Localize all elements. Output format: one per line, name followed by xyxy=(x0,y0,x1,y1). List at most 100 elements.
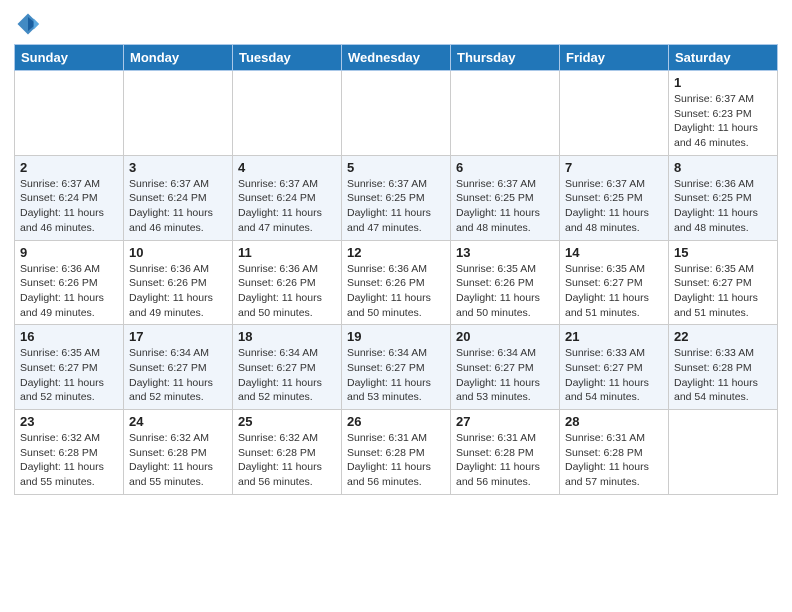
day-number: 16 xyxy=(20,329,118,344)
calendar-cell xyxy=(669,410,778,495)
calendar-cell xyxy=(233,71,342,156)
day-info: Sunrise: 6:37 AM Sunset: 6:24 PM Dayligh… xyxy=(238,177,336,236)
calendar-week-4: 16 Sunrise: 6:35 AM Sunset: 6:27 PM Dayli… xyxy=(15,325,778,410)
calendar-cell: 14Sunrise: 6:35 AM Sunset: 6:27 PM Dayli… xyxy=(560,240,669,325)
day-number: 10 xyxy=(129,245,227,260)
day-info: Sunrise: 6:37 AM Sunset: 6:24 PM Dayligh… xyxy=(129,177,227,236)
day-info: Sunrise: 6:32 AM Sunset: 6:28 PM Dayligh… xyxy=(129,431,227,490)
day-number: 21 xyxy=(565,329,663,344)
calendar-cell xyxy=(342,71,451,156)
calendar-cell xyxy=(124,71,233,156)
day-number: 6 xyxy=(456,160,554,175)
logo-icon xyxy=(14,10,42,38)
day-number: 24 xyxy=(129,414,227,429)
calendar-cell: 21 Sunrise: 6:33 AM Sunset: 6:27 PM Dayli… xyxy=(560,325,669,410)
day-number: 12 xyxy=(347,245,445,260)
day-number: 4 xyxy=(238,160,336,175)
day-number: 20 xyxy=(456,329,554,344)
calendar-cell: 25 Sunrise: 6:32 AM Sunset: 6:28 PM Dayli… xyxy=(233,410,342,495)
calendar-cell: 11 Sunrise: 6:36 AM Sunset: 6:26 PM Dayli… xyxy=(233,240,342,325)
day-info: Sunrise: 6:37 AM Sunset: 6:23 PM Dayligh… xyxy=(674,92,772,151)
calendar-cell: 3 Sunrise: 6:37 AM Sunset: 6:24 PM Daylig… xyxy=(124,155,233,240)
calendar-cell: 22 Sunrise: 6:33 AM Sunset: 6:28 PM Dayli… xyxy=(669,325,778,410)
day-number: 22 xyxy=(674,329,772,344)
calendar-week-2: 2 Sunrise: 6:37 AM Sunset: 6:24 PM Daylig… xyxy=(15,155,778,240)
day-number: 2 xyxy=(20,160,118,175)
day-info: Sunrise: 6:36 AM Sunset: 6:26 PM Dayligh… xyxy=(347,262,445,321)
calendar-week-5: 23 Sunrise: 6:32 AM Sunset: 6:28 PM Dayli… xyxy=(15,410,778,495)
day-info: Sunrise: 6:33 AM Sunset: 6:28 PM Dayligh… xyxy=(674,346,772,405)
day-info: Sunrise: 6:31 AM Sunset: 6:28 PM Dayligh… xyxy=(565,431,663,490)
day-number: 13 xyxy=(456,245,554,260)
calendar-cell: 19 Sunrise: 6:34 AM Sunset: 6:27 PM Dayli… xyxy=(342,325,451,410)
calendar-cell: 10Sunrise: 6:36 AM Sunset: 6:26 PM Dayli… xyxy=(124,240,233,325)
day-number: 28 xyxy=(565,414,663,429)
day-header-thursday: Thursday xyxy=(451,45,560,71)
calendar-table: SundayMondayTuesdayWednesdayThursdayFrid… xyxy=(14,44,778,495)
calendar-cell: 4 Sunrise: 6:37 AM Sunset: 6:24 PM Daylig… xyxy=(233,155,342,240)
calendar-cell: 28 Sunrise: 6:31 AM Sunset: 6:28 PM Dayli… xyxy=(560,410,669,495)
day-number: 3 xyxy=(129,160,227,175)
day-info: Sunrise: 6:36 AM Sunset: 6:26 PM Dayligh… xyxy=(20,262,118,321)
day-header-tuesday: Tuesday xyxy=(233,45,342,71)
day-info: Sunrise: 6:37 AM Sunset: 6:25 PM Dayligh… xyxy=(456,177,554,236)
calendar-cell: 5 Sunrise: 6:37 AM Sunset: 6:25 PM Daylig… xyxy=(342,155,451,240)
day-info: Sunrise: 6:34 AM Sunset: 6:27 PM Dayligh… xyxy=(238,346,336,405)
day-number: 18 xyxy=(238,329,336,344)
day-info: Sunrise: 6:31 AM Sunset: 6:28 PM Dayligh… xyxy=(347,431,445,490)
day-info: Sunrise: 6:31 AM Sunset: 6:28 PM Dayligh… xyxy=(456,431,554,490)
calendar-cell: 18 Sunrise: 6:34 AM Sunset: 6:27 PM Dayli… xyxy=(233,325,342,410)
day-header-friday: Friday xyxy=(560,45,669,71)
calendar-cell: 8Sunrise: 6:36 AM Sunset: 6:25 PM Daylig… xyxy=(669,155,778,240)
calendar-week-1: 1 Sunrise: 6:37 AM Sunset: 6:23 PM Daylig… xyxy=(15,71,778,156)
calendar-header-row: SundayMondayTuesdayWednesdayThursdayFrid… xyxy=(15,45,778,71)
day-info: Sunrise: 6:37 AM Sunset: 6:25 PM Dayligh… xyxy=(347,177,445,236)
day-info: Sunrise: 6:34 AM Sunset: 6:27 PM Dayligh… xyxy=(456,346,554,405)
day-info: Sunrise: 6:32 AM Sunset: 6:28 PM Dayligh… xyxy=(238,431,336,490)
day-info: Sunrise: 6:32 AM Sunset: 6:28 PM Dayligh… xyxy=(20,431,118,490)
day-info: Sunrise: 6:37 AM Sunset: 6:24 PM Dayligh… xyxy=(20,177,118,236)
calendar-cell: 23 Sunrise: 6:32 AM Sunset: 6:28 PM Dayli… xyxy=(15,410,124,495)
calendar-cell: 27 Sunrise: 6:31 AM Sunset: 6:28 PM Dayli… xyxy=(451,410,560,495)
calendar-cell: 6 Sunrise: 6:37 AM Sunset: 6:25 PM Daylig… xyxy=(451,155,560,240)
day-number: 17 xyxy=(129,329,227,344)
day-number: 1 xyxy=(674,75,772,90)
calendar-cell: 2 Sunrise: 6:37 AM Sunset: 6:24 PM Daylig… xyxy=(15,155,124,240)
calendar-cell: 9 Sunrise: 6:36 AM Sunset: 6:26 PM Daylig… xyxy=(15,240,124,325)
header xyxy=(14,10,778,38)
day-header-monday: Monday xyxy=(124,45,233,71)
day-number: 7 xyxy=(565,160,663,175)
day-number: 23 xyxy=(20,414,118,429)
day-info: Sunrise: 6:36 AM Sunset: 6:25 PM Dayligh… xyxy=(674,177,772,236)
calendar-cell: 1 Sunrise: 6:37 AM Sunset: 6:23 PM Daylig… xyxy=(669,71,778,156)
day-header-saturday: Saturday xyxy=(669,45,778,71)
calendar-cell xyxy=(15,71,124,156)
day-number: 27 xyxy=(456,414,554,429)
calendar-cell: 12 Sunrise: 6:36 AM Sunset: 6:26 PM Dayli… xyxy=(342,240,451,325)
day-info: Sunrise: 6:34 AM Sunset: 6:27 PM Dayligh… xyxy=(129,346,227,405)
calendar-cell xyxy=(451,71,560,156)
day-number: 14 xyxy=(565,245,663,260)
calendar-week-3: 9 Sunrise: 6:36 AM Sunset: 6:26 PM Daylig… xyxy=(15,240,778,325)
calendar-cell: 26Sunrise: 6:31 AM Sunset: 6:28 PM Dayli… xyxy=(342,410,451,495)
calendar-cell: 20 Sunrise: 6:34 AM Sunset: 6:27 PM Dayli… xyxy=(451,325,560,410)
calendar-cell: 7 Sunrise: 6:37 AM Sunset: 6:25 PM Daylig… xyxy=(560,155,669,240)
day-header-wednesday: Wednesday xyxy=(342,45,451,71)
day-info: Sunrise: 6:37 AM Sunset: 6:25 PM Dayligh… xyxy=(565,177,663,236)
day-header-sunday: Sunday xyxy=(15,45,124,71)
day-number: 19 xyxy=(347,329,445,344)
calendar-cell: 15Sunrise: 6:35 AM Sunset: 6:27 PM Dayli… xyxy=(669,240,778,325)
day-number: 9 xyxy=(20,245,118,260)
day-info: Sunrise: 6:36 AM Sunset: 6:26 PM Dayligh… xyxy=(238,262,336,321)
day-info: Sunrise: 6:35 AM Sunset: 6:27 PM Dayligh… xyxy=(20,346,118,405)
day-number: 5 xyxy=(347,160,445,175)
calendar-cell: 24 Sunrise: 6:32 AM Sunset: 6:28 PM Dayli… xyxy=(124,410,233,495)
calendar-cell xyxy=(560,71,669,156)
day-number: 25 xyxy=(238,414,336,429)
day-number: 11 xyxy=(238,245,336,260)
day-info: Sunrise: 6:33 AM Sunset: 6:27 PM Dayligh… xyxy=(565,346,663,405)
day-info: Sunrise: 6:34 AM Sunset: 6:27 PM Dayligh… xyxy=(347,346,445,405)
calendar-cell: 17 Sunrise: 6:34 AM Sunset: 6:27 PM Dayli… xyxy=(124,325,233,410)
day-info: Sunrise: 6:35 AM Sunset: 6:26 PM Dayligh… xyxy=(456,262,554,321)
day-number: 15 xyxy=(674,245,772,260)
